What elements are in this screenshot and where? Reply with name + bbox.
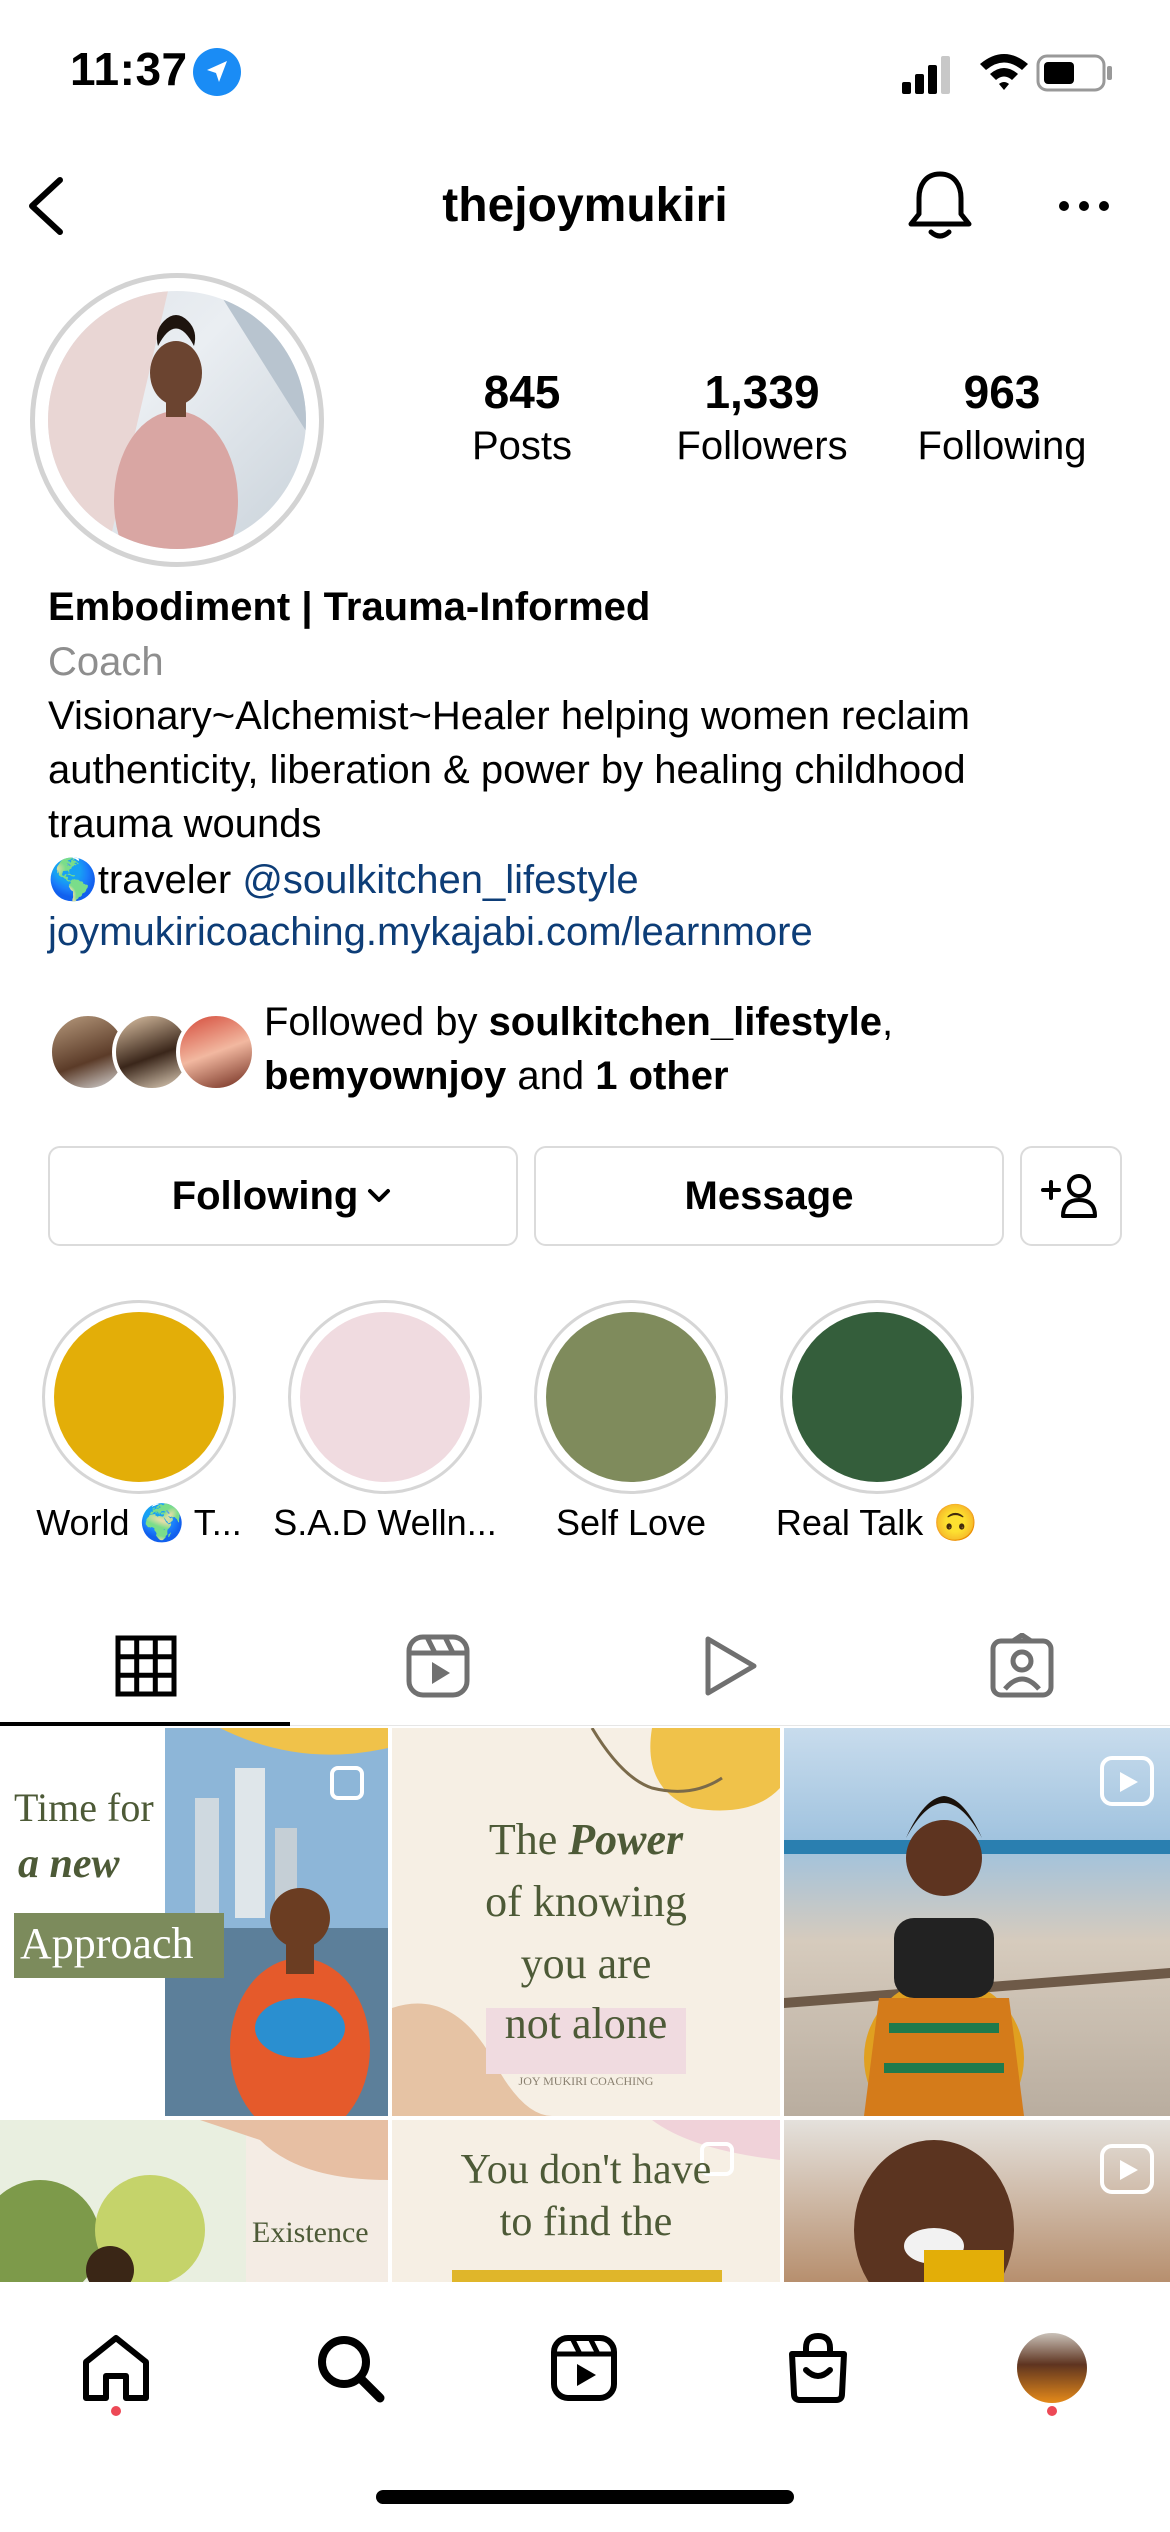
highlight-label: World 🌍 T...: [36, 1502, 242, 1543]
nav-profile[interactable]: [1002, 2318, 1102, 2418]
home-indicator: [376, 2490, 794, 2504]
reels-icon: [551, 2335, 617, 2401]
notification-dot: [111, 2406, 121, 2416]
location-arrow-icon: [193, 48, 241, 96]
post-thumbnail[interactable]: You don't have to find the: [392, 2120, 780, 2282]
nav-home[interactable]: [66, 2318, 166, 2418]
story-highlight[interactable]: [534, 1300, 728, 1494]
nav-reels[interactable]: [534, 2318, 634, 2418]
chevron-down-icon: [368, 1189, 391, 1202]
post-text: You don't have: [460, 2147, 712, 2193]
followers-count[interactable]: 1,339 Followers: [647, 364, 877, 472]
tab-posts-grid[interactable]: [0, 1620, 292, 1712]
followed-by-others: 1 other: [595, 1054, 729, 1098]
profile-avatar[interactable]: [48, 291, 306, 549]
following-count-value: 963: [963, 366, 1041, 418]
bio-text-line: 🌎traveler @soulkitchen_lifestyle: [48, 856, 639, 903]
post-text: not alone: [504, 1999, 668, 2048]
followed-by-user: soulkitchen_lifestyle: [488, 1000, 883, 1044]
following-count[interactable]: 963 Following: [887, 364, 1117, 472]
followed-by-user: bemyownjoy: [264, 1054, 507, 1098]
battery-icon: [1036, 54, 1116, 92]
post-text: Approach: [20, 1919, 194, 1968]
post-thumbnail[interactable]: [784, 1728, 1170, 2116]
tab-videos[interactable]: [584, 1620, 876, 1712]
tagged-icon: [990, 1633, 1054, 1698]
globe-emoji: 🌎: [48, 858, 98, 902]
posts-count[interactable]: 845 Posts: [407, 364, 637, 472]
post-text: you are: [520, 1939, 652, 1988]
post-text: The Power: [392, 1814, 780, 1865]
story-highlight[interactable]: [780, 1300, 974, 1494]
more-options-button[interactable]: [1058, 196, 1110, 216]
posts-count-value: 845: [483, 366, 561, 418]
profile-avatar-small: [1017, 2333, 1087, 2403]
post-text: a new: [18, 1841, 120, 1887]
following-button-label: Following: [171, 1173, 359, 1218]
bio-website-link[interactable]: joymukiricoaching.mykajabi.com/learnmore: [48, 910, 813, 955]
highlight-label: S.A.D Welln...: [273, 1502, 497, 1543]
followed-by-line[interactable]: Followed by soulkitchen_lifestyle,: [264, 1000, 893, 1045]
bio-name: Embodiment | Trauma-Informed: [48, 585, 651, 629]
posts-count-label: Posts: [471, 424, 573, 468]
play-icon: [705, 1636, 757, 1696]
followers-count-value: 1,339: [704, 366, 820, 418]
post-text: Time for: [14, 1785, 154, 1830]
bio-text-line: Visionary~Alchemist~Healer helping women…: [48, 694, 970, 738]
post-thumbnail[interactable]: [784, 2120, 1170, 2282]
grid-icon: [115, 1635, 177, 1697]
post-text: The: [488, 1815, 569, 1864]
reels-icon: [406, 1634, 470, 1698]
tab-reels[interactable]: [292, 1620, 584, 1712]
followed-by-line[interactable]: bemyownjoy and 1 other: [264, 1054, 729, 1099]
nav-shop[interactable]: [768, 2318, 868, 2418]
follower-avatar[interactable]: [176, 1012, 256, 1092]
home-icon: [83, 2335, 149, 2401]
highlight-cover: [546, 1312, 716, 1482]
story-highlight[interactable]: [288, 1300, 482, 1494]
post-text: Existence: [252, 2216, 369, 2249]
post-text: to find the: [499, 2199, 673, 2245]
bio-category: Coach: [48, 640, 164, 684]
nav-search[interactable]: [300, 2318, 400, 2418]
message-button-label: Message: [684, 1173, 854, 1218]
highlight-cover: [792, 1312, 962, 1482]
post-thumbnail[interactable]: Time for a new Approach: [0, 1728, 388, 2116]
post-thumbnail[interactable]: The Power of knowing you are not alone J…: [392, 1728, 780, 2116]
followers-count-label: Followers: [676, 424, 848, 468]
more-dots-icon: [1059, 201, 1109, 211]
followed-by-and: and: [506, 1054, 596, 1098]
story-highlight[interactable]: [42, 1300, 236, 1494]
post-text: Power: [568, 1815, 684, 1864]
bio-traveler-text: traveler: [97, 858, 243, 902]
message-button[interactable]: Message: [534, 1146, 1004, 1246]
post-text: of knowing: [485, 1877, 687, 1926]
followed-by-prefix: Followed by: [264, 1000, 489, 1044]
followed-by-comma: ,: [882, 1000, 894, 1044]
post-text: JOY MUKIRI COACHING: [518, 2074, 654, 2088]
shop-icon: [789, 2332, 847, 2403]
notifications-button[interactable]: [905, 168, 975, 244]
notification-dot: [1047, 2406, 1057, 2416]
bell-icon: [908, 171, 972, 239]
post-thumbnail[interactable]: Existence: [0, 2120, 388, 2282]
highlight-label: Self Love: [555, 1502, 707, 1543]
add-user-icon: [1041, 1174, 1097, 1218]
highlight-cover: [300, 1312, 470, 1482]
suggest-users-button[interactable]: [1020, 1146, 1122, 1246]
bio-text-line: authenticity, liberation & power by heal…: [48, 748, 966, 792]
active-tab-indicator: [0, 1722, 290, 1726]
cellular-signal-icon: [902, 54, 952, 94]
profile-username: thejoymukiri: [442, 179, 728, 232]
bio-mention-link[interactable]: @soulkitchen_lifestyle: [242, 858, 638, 902]
wifi-icon: [978, 50, 1030, 92]
highlight-label: Real Talk 🙃: [775, 1502, 979, 1543]
highlight-cover: [54, 1312, 224, 1482]
tab-tagged[interactable]: [876, 1620, 1168, 1712]
following-button[interactable]: Following: [48, 1146, 518, 1246]
status-time: 11:37: [70, 43, 188, 95]
search-icon: [318, 2336, 385, 2403]
following-count-label: Following: [917, 424, 1087, 468]
bio-text-line: trauma wounds: [48, 802, 322, 846]
